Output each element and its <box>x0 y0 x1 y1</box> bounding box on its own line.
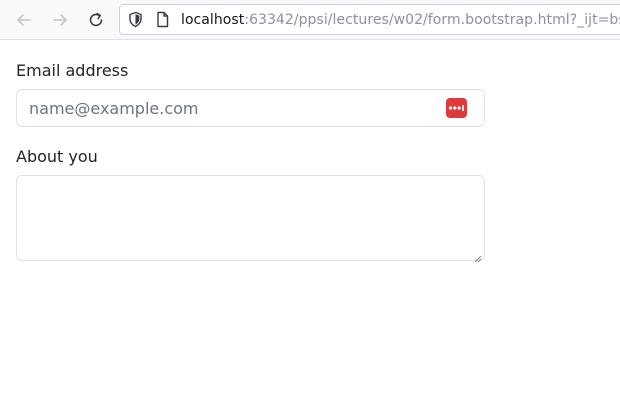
email-placeholder: name@example.com <box>29 99 199 118</box>
page-icon[interactable] <box>154 11 171 28</box>
arrow-right-icon <box>53 14 67 26</box>
back-button[interactable] <box>10 6 38 34</box>
reload-button[interactable] <box>82 6 110 34</box>
about-textarea[interactable] <box>16 175 485 263</box>
about-label: About you <box>16 147 98 166</box>
shield-icon[interactable] <box>127 11 144 28</box>
reload-icon <box>89 12 103 27</box>
url-path: :63342/ppsi/lectures/w02/form.bootstrap.… <box>244 12 620 28</box>
browser-toolbar: localhost:63342/ppsi/lectures/w02/form.b… <box>0 0 620 40</box>
page-content: Email address name@example.com About you <box>0 41 620 420</box>
email-field[interactable]: name@example.com <box>16 89 485 127</box>
resize-grip-icon[interactable] <box>472 248 482 263</box>
url-host: localhost <box>181 12 245 28</box>
arrow-left-icon <box>17 14 31 26</box>
url-text[interactable]: localhost:63342/ppsi/lectures/w02/form.b… <box>181 11 620 29</box>
password-manager-icon[interactable] <box>446 98 467 118</box>
url-bar[interactable]: localhost:63342/ppsi/lectures/w02/form.b… <box>119 4 620 35</box>
forward-button[interactable] <box>46 6 74 34</box>
email-label: Email address <box>16 61 129 80</box>
